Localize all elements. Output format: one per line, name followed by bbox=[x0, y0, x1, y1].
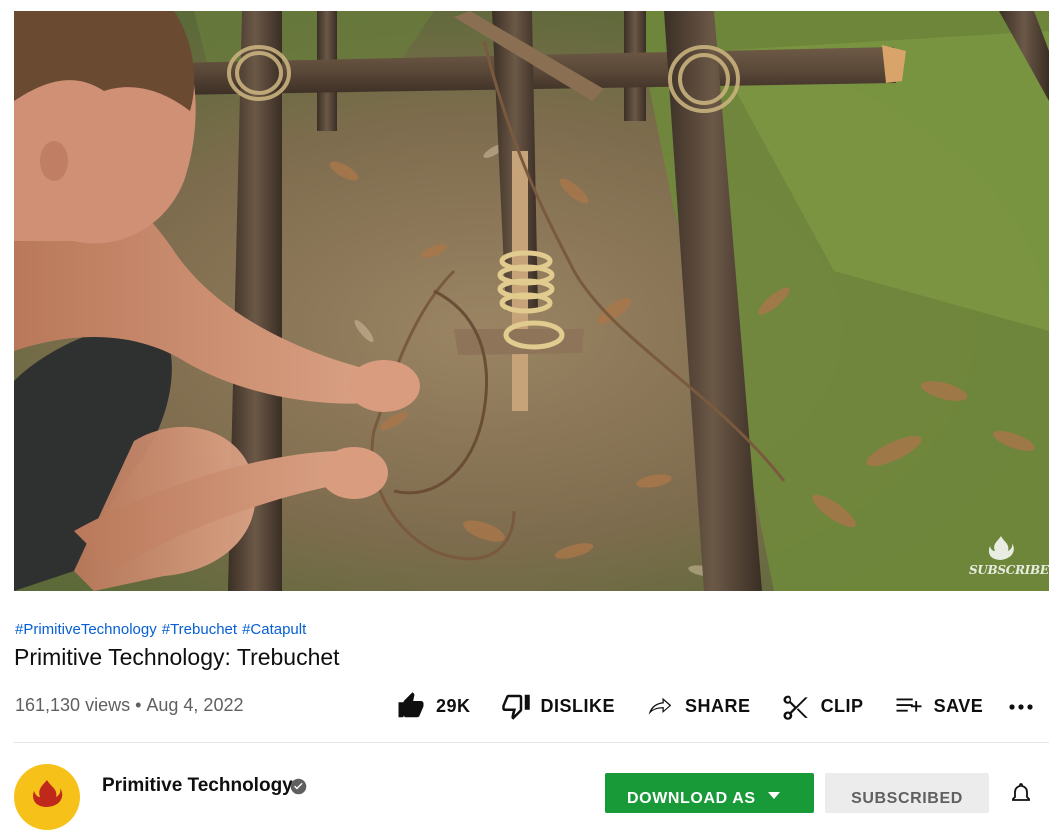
verified-check-icon bbox=[290, 778, 307, 800]
thumbs-down-icon bbox=[501, 694, 530, 720]
view-count: 161,130 views bbox=[15, 695, 131, 715]
save-button[interactable]: SAVE bbox=[890, 686, 988, 726]
share-icon bbox=[648, 697, 672, 715]
scissors-icon bbox=[783, 695, 808, 720]
flame-icon bbox=[988, 536, 1014, 560]
notification-bell-button[interactable] bbox=[1010, 782, 1032, 811]
flame-logo-icon bbox=[33, 780, 63, 807]
subscribe-watermark[interactable]: SUBSCRIBE bbox=[969, 535, 1049, 577]
clip-button[interactable]: CLIP bbox=[777, 686, 868, 726]
hashtag-link[interactable]: #Trebuchet bbox=[162, 621, 237, 638]
caret-down-icon bbox=[767, 792, 780, 799]
stats-separator: • bbox=[135, 695, 142, 715]
share-button[interactable]: SHARE bbox=[641, 686, 755, 726]
save-label: SAVE bbox=[933, 696, 984, 716]
video-stats: 161,130 views • Aug 4, 2022 bbox=[15, 694, 243, 716]
video-frame bbox=[14, 11, 1049, 591]
more-actions-button[interactable] bbox=[1004, 690, 1038, 724]
download-as-button[interactable]: DOWNLOAD AS bbox=[605, 773, 814, 813]
subscribed-button[interactable]: SUBSCRIBED bbox=[825, 773, 989, 813]
dislike-button[interactable]: DISLIKE bbox=[497, 686, 620, 726]
like-button[interactable]: 29K bbox=[392, 686, 475, 726]
hashtag-link[interactable]: #PrimitiveTechnology bbox=[15, 621, 157, 638]
channel-avatar[interactable] bbox=[14, 764, 80, 830]
hashtag-list: #PrimitiveTechnology #Trebuchet #Catapult bbox=[15, 621, 311, 639]
clip-label: CLIP bbox=[820, 696, 864, 716]
like-count: 29K bbox=[436, 696, 471, 716]
publish-date: Aug 4, 2022 bbox=[146, 695, 244, 715]
playlist-add-icon bbox=[896, 698, 922, 712]
section-divider bbox=[14, 742, 1049, 743]
hashtag-link[interactable]: #Catapult bbox=[242, 621, 306, 638]
more-horizontal-icon bbox=[1009, 704, 1033, 710]
watermark-label: SUBSCRIBE bbox=[969, 563, 1049, 577]
action-bar: 29K DISLIKE SHARE CLIP SAVE bbox=[392, 686, 1009, 726]
bell-icon bbox=[1012, 783, 1030, 801]
dislike-label: DISLIKE bbox=[540, 696, 616, 716]
video-title: Primitive Technology: Trebuchet bbox=[14, 644, 340, 670]
thumbs-up-icon bbox=[398, 692, 424, 718]
channel-name[interactable]: Primitive Technology bbox=[102, 774, 293, 798]
video-player[interactable]: SUBSCRIBE bbox=[14, 11, 1049, 591]
share-label: SHARE bbox=[685, 696, 751, 716]
download-as-label: DOWNLOAD AS bbox=[627, 790, 756, 807]
